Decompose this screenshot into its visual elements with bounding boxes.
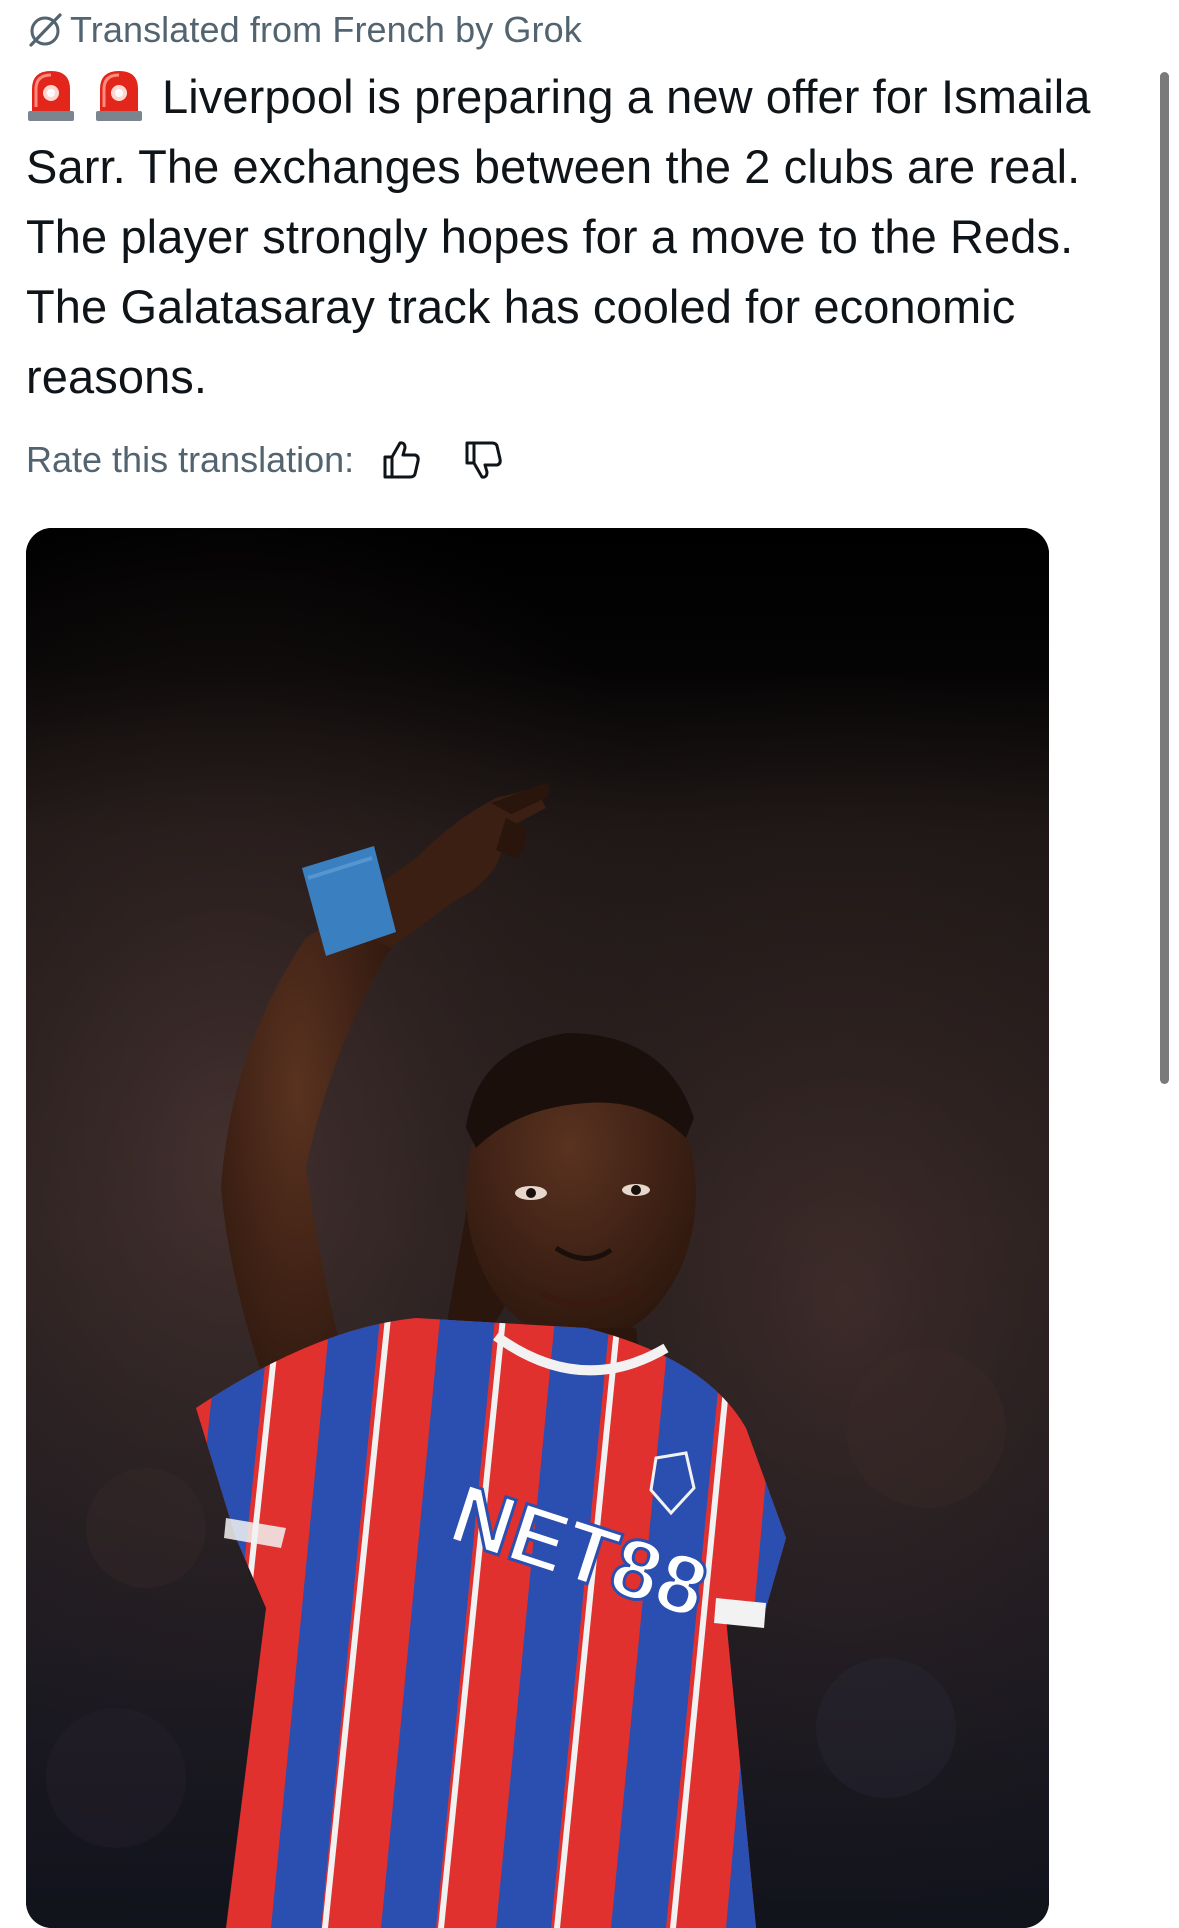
police-light-emoji (94, 67, 144, 123)
police-light-emoji (26, 67, 76, 123)
translation-rating: Rate this translation: (26, 432, 506, 488)
player-photo: NET88 (26, 528, 1049, 1928)
translation-banner[interactable]: Translated from French by Grok (26, 6, 582, 54)
thumbs-down-icon[interactable] (460, 437, 506, 483)
tweet-text: Liverpool is preparing a new offer for I… (26, 70, 1091, 403)
rate-label: Rate this translation: (26, 439, 355, 480)
tweet-body: Liverpool is preparing a new offer for I… (26, 62, 1146, 412)
tweet-media-image[interactable]: NET88 (26, 528, 1049, 1928)
thumbs-up-icon[interactable] (378, 437, 424, 483)
grok-icon (26, 11, 64, 49)
translation-label: Translated from French by Grok (70, 9, 582, 50)
scrollbar[interactable] (1160, 72, 1169, 1084)
